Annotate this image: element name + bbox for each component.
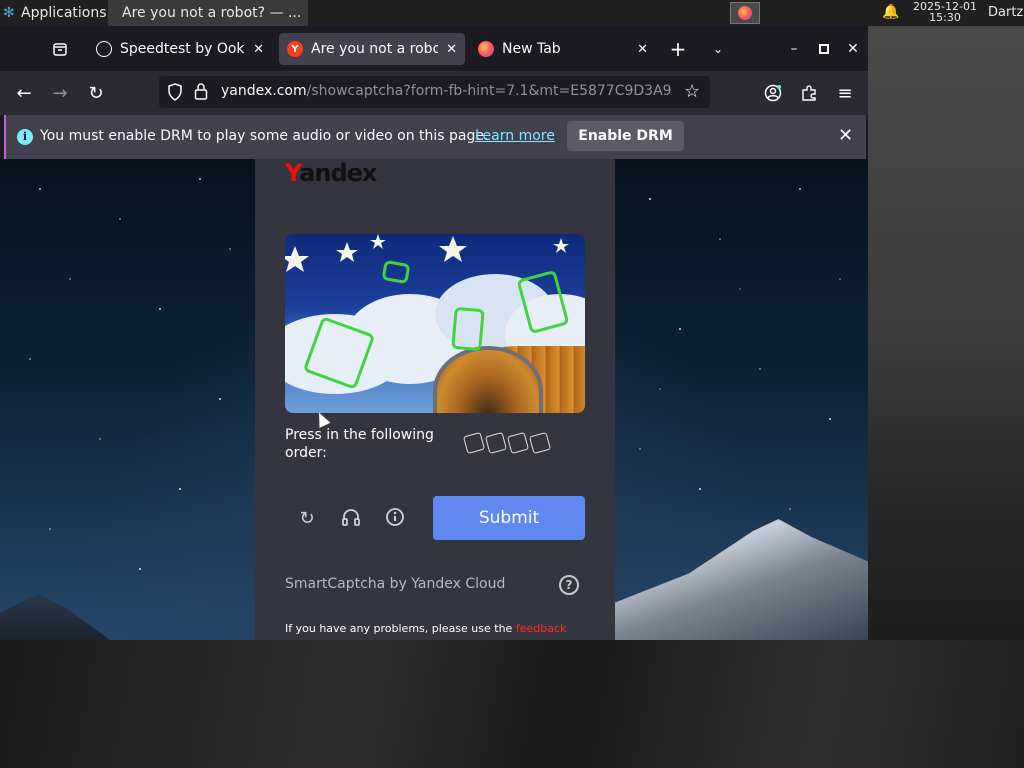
xfce-logo-icon: ✻ — [3, 5, 15, 21]
clock[interactable]: 2025-12-01 15:30 — [912, 1, 978, 23]
yandex-icon: Y — [287, 41, 303, 57]
drm-message: You must enable DRM to play some audio o… — [40, 128, 489, 144]
workspace-firefox-icon[interactable] — [730, 2, 760, 24]
taskbar-window-button[interactable]: Are you not a robot? — ... — [108, 0, 308, 26]
maximize-square-icon — [819, 44, 829, 54]
captcha-glyph[interactable] — [381, 259, 411, 285]
captcha-image[interactable] — [285, 234, 585, 413]
url-path: /showcaptcha?form-fb-hint=7.1&mt=E5877C9… — [306, 83, 672, 99]
captcha-order-icons — [462, 431, 552, 455]
headphones-icon — [342, 509, 360, 526]
firefox-icon — [478, 41, 494, 57]
info-circle-icon — [386, 508, 404, 526]
page-content: Yandex Press in the following order: ↻ S… — [0, 159, 868, 640]
firefox-view-icon — [53, 43, 67, 56]
maximize-icon[interactable] — [812, 37, 836, 61]
hamburger-menu-icon[interactable]: ≡ — [831, 79, 859, 107]
problems-label: If you have any problems, please use the — [285, 622, 513, 635]
forward-arrow-icon[interactable]: → — [46, 79, 74, 107]
back-arrow-icon[interactable]: ← — [10, 79, 38, 107]
url-text: yandex.com/showcaptcha?form-fb-hint=7.1&… — [221, 83, 672, 99]
lock-icon[interactable] — [194, 82, 208, 100]
navigation-toolbar: ← → ↻ yandex.com/showcaptcha?form-fb-hin… — [0, 71, 868, 115]
new-tab-plus-icon[interactable]: + — [666, 37, 690, 61]
reload-icon[interactable]: ↻ — [82, 79, 110, 107]
learn-more-link[interactable]: Learn more — [475, 128, 555, 144]
captcha-glyph[interactable] — [451, 306, 485, 352]
applications-menu[interactable]: ✻ Applications — [0, 5, 108, 21]
tab-captcha[interactable]: Y Are you not a robot? ✕ — [279, 33, 465, 65]
yandex-logo-first: Y — [285, 159, 300, 187]
info-icon: i — [17, 129, 33, 145]
tab-title: New Tab — [502, 41, 561, 57]
close-tab-icon[interactable]: ✕ — [253, 42, 264, 57]
notification-bell-icon[interactable]: 🔔 — [882, 4, 899, 20]
captcha-instruction: Press in the following order: — [285, 427, 434, 461]
order-glyph-2-icon — [484, 431, 508, 455]
smartcaptcha-brand: SmartCaptcha by Yandex Cloud — [285, 576, 506, 592]
desktop-background-bottom — [0, 640, 1024, 768]
close-tab-icon[interactable]: ✕ — [446, 42, 457, 57]
puzzle-icon — [802, 85, 816, 101]
tab-title: Are you not a robot? — [311, 41, 439, 57]
captcha-card: Yandex Press in the following order: ↻ S… — [255, 159, 615, 640]
order-glyph-4-icon — [528, 431, 552, 455]
order-glyph-3-icon — [506, 431, 530, 455]
help-question-icon[interactable]: ? — [559, 575, 579, 595]
list-all-tabs-chevron-icon[interactable]: ⌄ — [706, 37, 730, 61]
bookmark-star-icon[interactable]: ☆ — [684, 81, 700, 102]
account-icon[interactable] — [759, 79, 787, 107]
tab-new-tab[interactable]: New Tab ✕ — [470, 33, 656, 65]
refresh-captcha-icon[interactable]: ↻ — [295, 507, 319, 531]
firefox-icon — [738, 6, 752, 20]
extensions-puzzle-icon[interactable] — [795, 79, 823, 107]
firefox-window: Speedtest by Ookla ✕ Y Are you not a rob… — [0, 26, 868, 640]
url-domain: yandex.com — [221, 83, 307, 99]
user-menu[interactable]: Dartz — [988, 5, 1023, 20]
tab-speedtest[interactable]: Speedtest by Ookla ✕ — [88, 33, 272, 65]
clock-time: 15:30 — [929, 11, 961, 24]
firefox-view-button[interactable] — [46, 37, 74, 61]
close-window-icon[interactable]: ✕ — [841, 37, 865, 61]
tracking-protection-shield-icon[interactable] — [167, 83, 183, 101]
minimize-icon[interactable]: – — [782, 37, 806, 61]
drm-notification-bar: i You must enable DRM to play some audio… — [4, 115, 866, 159]
enable-drm-button[interactable]: Enable DRM — [567, 121, 684, 151]
account-avatar-icon — [764, 84, 782, 102]
yandex-logo-rest: andex — [299, 159, 377, 187]
problems-text: If you have any problems, please use the… — [285, 622, 566, 635]
desktop-background-right — [868, 26, 1024, 640]
top-panel: ✻ Applications Are you not a robot? — ..… — [0, 0, 1024, 26]
feedback-link[interactable]: feedback — [516, 622, 567, 635]
audio-captcha-headphones-icon[interactable] — [339, 507, 363, 531]
tab-title: Speedtest by Ookla — [120, 41, 246, 57]
speedtest-icon — [96, 41, 112, 57]
close-tab-icon[interactable]: ✕ — [637, 42, 648, 57]
address-bar[interactable]: yandex.com/showcaptcha?form-fb-hint=7.1&… — [159, 76, 710, 108]
order-glyph-1-icon — [462, 431, 486, 455]
yandex-logo: Yandex — [285, 159, 377, 187]
taskbar-window-title: Are you not a robot? — ... — [122, 5, 302, 21]
applications-label: Applications — [21, 5, 107, 21]
close-notification-icon[interactable]: ✕ — [838, 125, 853, 146]
tab-bar: Speedtest by Ookla ✕ Y Are you not a rob… — [0, 26, 868, 71]
submit-button[interactable]: Submit — [433, 496, 585, 540]
captcha-info-icon[interactable] — [383, 507, 407, 531]
